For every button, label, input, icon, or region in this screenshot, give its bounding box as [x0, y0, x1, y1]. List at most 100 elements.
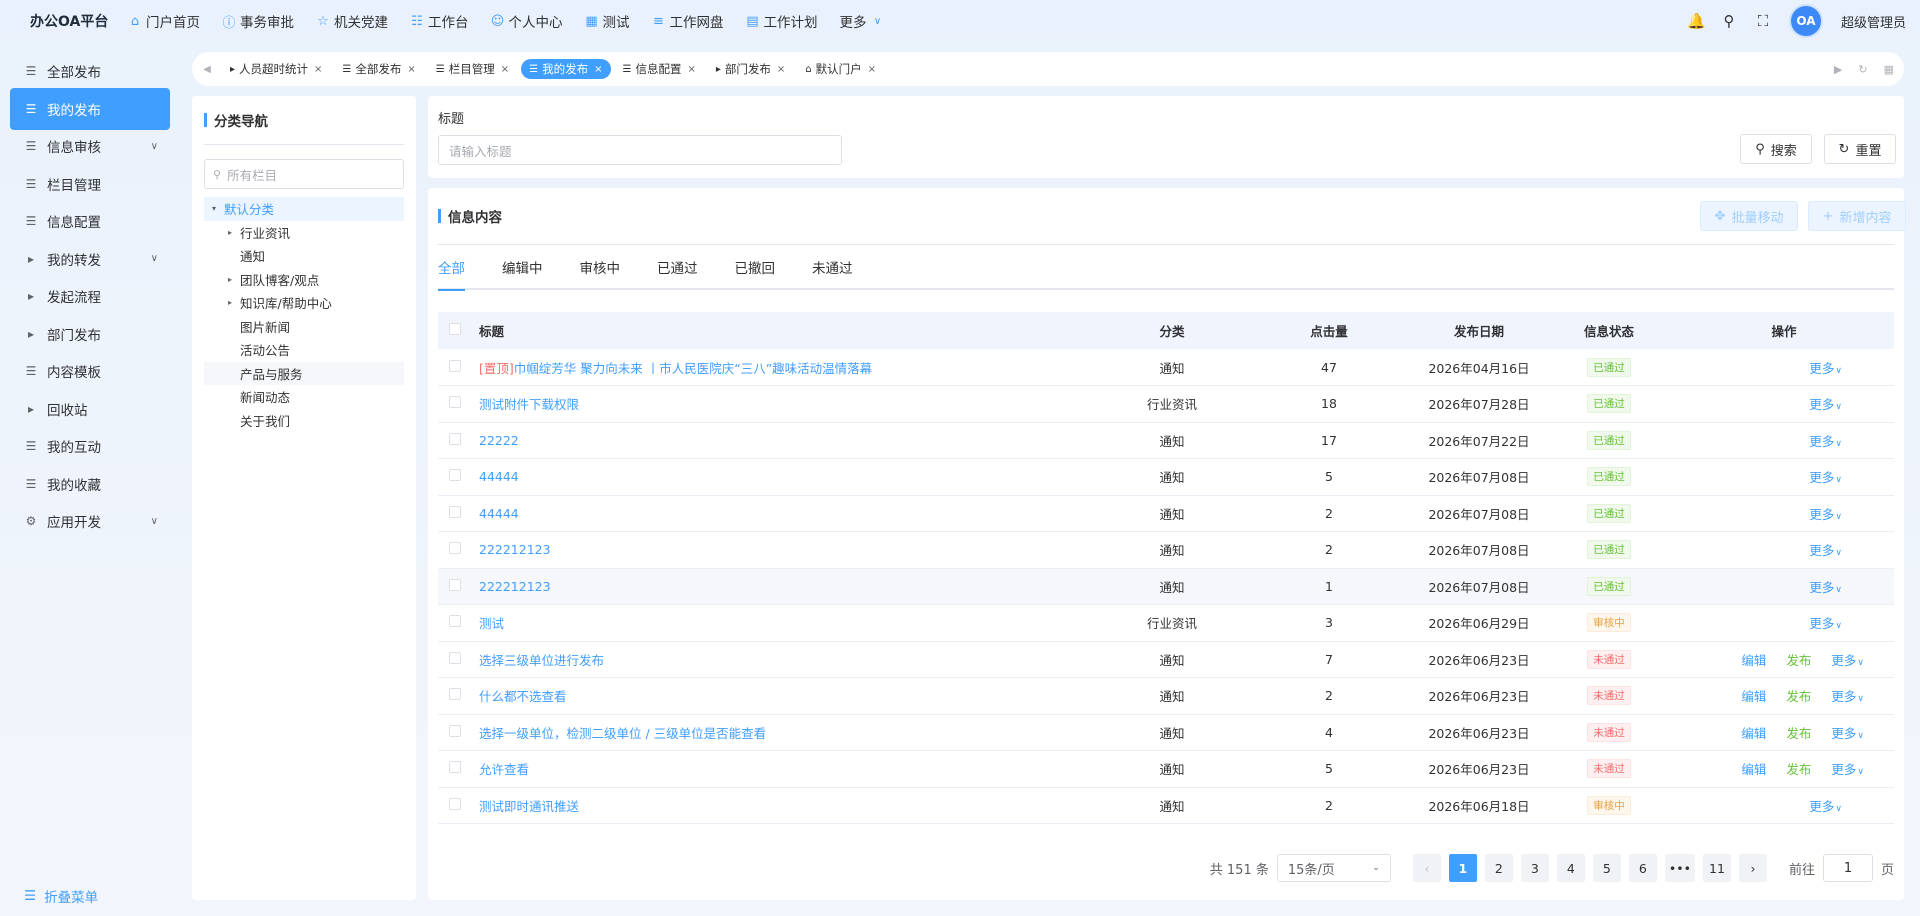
row-checkbox[interactable]	[449, 396, 461, 409]
tree-node[interactable]: 活动公告	[204, 338, 404, 362]
top-nav-item[interactable]: ⌂ 门户首页	[128, 11, 200, 32]
row-checkbox[interactable]	[449, 688, 461, 701]
open-tab[interactable]: ☰ 全部发布 ×	[334, 59, 423, 79]
batch-move-button[interactable]: ✥ 批量移动	[1700, 201, 1798, 231]
page-button[interactable]: 1	[1448, 854, 1477, 882]
title-link[interactable]: 44444	[479, 469, 519, 484]
title-link[interactable]: 测试附件下载权限	[479, 397, 579, 412]
sidebar-item[interactable]: ☰ 我的互动	[10, 425, 170, 467]
publish-link[interactable]: 发布	[1786, 650, 1811, 669]
more-dropdown[interactable]: 更多∨	[1809, 431, 1842, 450]
more-dropdown[interactable]: 更多∨	[1809, 796, 1842, 815]
title-link[interactable]: 测试即时通讯推送	[479, 799, 579, 814]
row-checkbox[interactable]	[449, 724, 461, 737]
tree-node[interactable]: 通知	[204, 244, 404, 268]
sidebar-item[interactable]: ⚙ 应用开发 ∨	[10, 500, 170, 542]
top-nav-item[interactable]: 更多 ∨	[840, 11, 885, 31]
open-tab[interactable]: ☰ 信息配置 ×	[615, 59, 704, 79]
fullscreen-icon[interactable]: ⛶	[1755, 12, 1771, 30]
search-icon[interactable]: ⚲	[1721, 12, 1737, 30]
tree-node[interactable]: 产品与服务	[204, 361, 404, 385]
open-tab[interactable]: ⌂ 默认门户 ×	[797, 59, 884, 79]
row-checkbox[interactable]	[449, 469, 461, 482]
title-link[interactable]: 44444	[479, 506, 519, 521]
sidebar-item[interactable]: ☰ 我的发布	[10, 87, 170, 130]
next-page-button[interactable]: ›	[1738, 854, 1767, 882]
sidebar-item[interactable]: ☰ 我的收藏	[10, 463, 170, 505]
more-dropdown[interactable]: 更多∨	[1809, 467, 1842, 486]
page-button[interactable]: 4	[1556, 854, 1585, 882]
row-checkbox[interactable]	[449, 615, 461, 628]
title-link[interactable]: 巾帼绽芳华 聚力向未来 丨市人民医院庆“三八”趣味活动温情落幕	[514, 361, 872, 376]
publish-link[interactable]: 发布	[1786, 723, 1811, 742]
top-nav-item[interactable]: ▤ 工作计划	[746, 11, 817, 32]
top-nav-item[interactable]: ☷ 工作台	[410, 11, 468, 32]
refresh-icon[interactable]: ↻	[1858, 63, 1867, 76]
prev-page-button[interactable]: ‹	[1412, 854, 1441, 882]
sidebar-item[interactable]: ▸ 发起流程	[10, 275, 170, 317]
page-button[interactable]: 6	[1628, 854, 1657, 882]
edit-link[interactable]: 编辑	[1741, 723, 1766, 742]
title-cell[interactable]: 222212123	[472, 531, 1100, 569]
more-dropdown[interactable]: 更多∨	[1809, 613, 1842, 632]
page-button[interactable]: 5	[1592, 854, 1621, 882]
status-tab[interactable]: 已撤回	[735, 244, 776, 289]
sidebar-item[interactable]: ▸ 我的转发 ∨	[10, 238, 170, 280]
more-dropdown[interactable]: 更多∨	[1809, 394, 1842, 413]
title-link[interactable]: 222212123	[479, 542, 551, 557]
tabs-scroll-right-icon[interactable]: ▶	[1834, 63, 1842, 76]
status-tab[interactable]: 已通过	[657, 244, 698, 289]
title-cell[interactable]: 222212123	[472, 568, 1100, 605]
close-icon[interactable]: ×	[407, 64, 415, 75]
row-checkbox[interactable]	[449, 359, 461, 372]
open-tab[interactable]: ▸ 部门发布 ×	[708, 59, 793, 79]
title-cell[interactable]: 测试	[472, 604, 1100, 642]
close-icon[interactable]: ×	[594, 64, 602, 75]
publish-link[interactable]: 发布	[1786, 686, 1811, 705]
title-cell[interactable]: 选择一级单位，检测二级单位 / 三级单位是否能查看	[472, 714, 1100, 751]
row-checkbox[interactable]	[449, 432, 461, 445]
title-cell[interactable]: 44444	[472, 458, 1100, 496]
status-tab[interactable]: 未通过	[812, 244, 853, 289]
select-all-checkbox[interactable]	[449, 323, 461, 335]
tree-node[interactable]: ▸ 团队博客/观点	[204, 268, 404, 292]
more-dropdown[interactable]: 更多∨	[1809, 504, 1842, 523]
tabs-scroll-left-icon[interactable]: ◀	[192, 52, 222, 86]
reset-button[interactable]: ↻ 重置	[1824, 134, 1896, 164]
top-nav-item[interactable]: ▦ 测试	[585, 11, 629, 32]
title-link[interactable]: 选择三级单位进行发布	[479, 653, 604, 668]
more-dropdown[interactable]: 更多∨	[1809, 358, 1842, 377]
close-icon[interactable]: ×	[687, 64, 695, 75]
title-cell[interactable]: 测试即时通讯推送	[472, 787, 1100, 824]
page-size-select[interactable]: 15条/页 ⌄	[1276, 854, 1391, 882]
row-checkbox[interactable]	[449, 505, 461, 518]
user-name[interactable]: 超级管理员	[1841, 12, 1906, 31]
goto-page-input[interactable]: 1	[1822, 854, 1873, 882]
tabs-menu-icon[interactable]: ▦	[1884, 63, 1894, 76]
sidebar-item[interactable]: ☰ 信息审核 ∨	[10, 125, 170, 167]
more-dropdown[interactable]: 更多∨	[1831, 759, 1864, 778]
title-link[interactable]: 测试	[479, 616, 504, 631]
edit-link[interactable]: 编辑	[1741, 686, 1766, 705]
more-dropdown[interactable]: 更多∨	[1831, 686, 1864, 705]
close-icon[interactable]: ×	[777, 64, 785, 75]
more-dropdown[interactable]: 更多∨	[1831, 650, 1864, 669]
row-checkbox[interactable]	[449, 761, 461, 774]
status-tab[interactable]: 审核中	[580, 244, 621, 289]
tree-node[interactable]: ▸ 行业资讯	[204, 221, 404, 245]
title-cell[interactable]: 测试附件下载权限	[472, 385, 1100, 423]
title-cell[interactable]: 什么都不选查看	[472, 677, 1100, 715]
sidebar-item[interactable]: ▸ 部门发布	[10, 313, 170, 355]
title-cell[interactable]: 允许查看	[472, 750, 1100, 788]
tree-node[interactable]: 新闻动态	[204, 385, 404, 409]
avatar[interactable]: OA	[1788, 4, 1823, 38]
tree-node[interactable]: 图片新闻	[204, 315, 404, 339]
status-tab[interactable]: 全部	[438, 244, 465, 291]
page-button[interactable]: 3	[1520, 854, 1549, 882]
status-tab[interactable]: 编辑中	[502, 244, 543, 289]
sidebar-item[interactable]: ☰ 内容模板	[10, 350, 170, 392]
title-search-input[interactable]: 请输入标题	[438, 135, 842, 165]
title-cell[interactable]: 44444	[472, 495, 1100, 532]
more-dropdown[interactable]: 更多∨	[1809, 540, 1842, 559]
title-link[interactable]: 允许查看	[479, 762, 529, 777]
